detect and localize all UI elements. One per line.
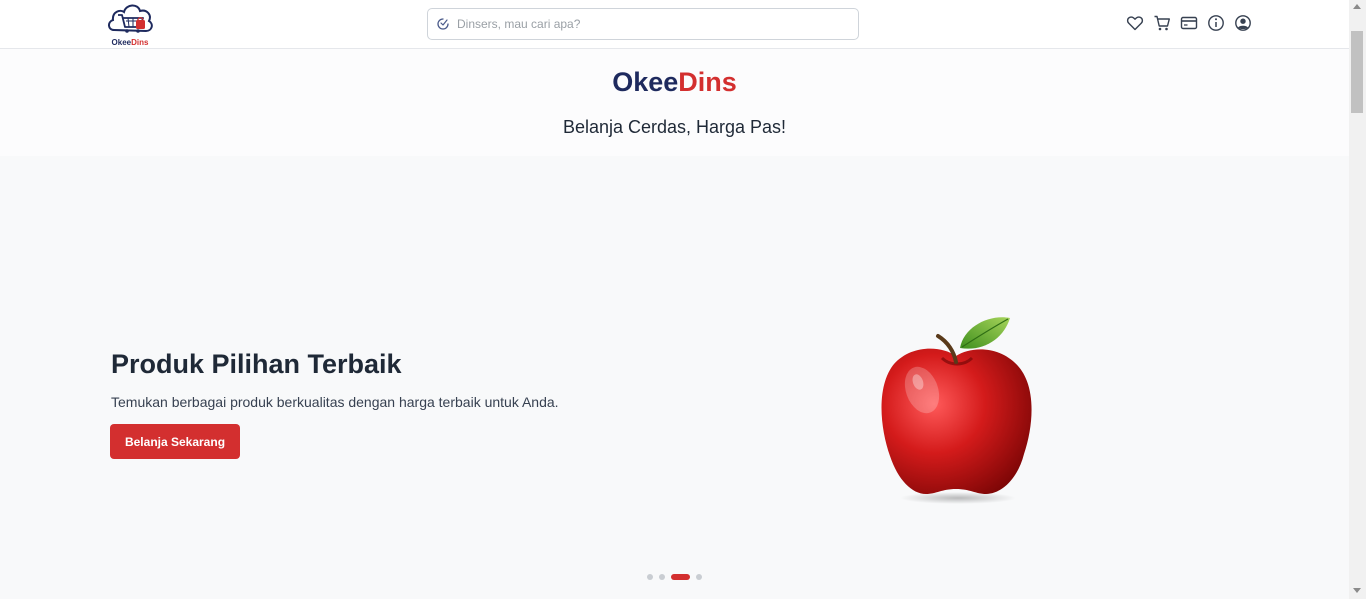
logo-text-dins: Dins [131,38,149,47]
hero-carousel: Produk Pilihan Terbaik Temukan berbagai … [0,156,1349,599]
info-icon[interactable] [1207,14,1225,32]
brand-title: OkeeDins [0,66,1349,98]
cart-icon[interactable] [1153,14,1171,32]
page-scrollbar[interactable] [1349,0,1366,599]
brand-tagline: Belanja Cerdas, Harga Pas! [562,117,787,137]
brand-banner: OkeeDins Belanja Cerdas, Harga Pas! [0,49,1349,156]
hero-title: Produk Pilihan Terbaik [111,349,402,379]
credit-card-icon[interactable] [1180,14,1198,32]
shop-now-button[interactable]: Belanja Sekarang [110,424,240,459]
carousel-dot-1[interactable] [647,574,653,580]
search-box [427,8,859,40]
top-navbar: OkeeDins [0,0,1349,49]
logo-wordmark: OkeeDins [107,38,153,47]
hero-description: Temukan berbagai produk berkualitas deng… [111,394,559,410]
logo-text-okee: Okee [111,38,132,47]
scroll-up-arrow-icon[interactable] [1353,4,1361,9]
carousel-dot-2[interactable] [659,574,665,580]
carousel-dot-4[interactable] [696,574,702,580]
brand-title-dins: Dins [678,67,737,97]
apple-product-image [881,317,1032,504]
scrollbar-thumb[interactable] [1351,31,1363,113]
search-icon [437,18,449,30]
heart-icon[interactable] [1126,14,1144,32]
carousel-dot-3-active[interactable] [671,574,690,580]
carousel-indicators [647,574,707,580]
brand-title-okee: Okee [612,67,679,97]
scroll-down-arrow-icon[interactable] [1353,588,1361,593]
user-account-icon[interactable] [1234,14,1252,32]
search-input[interactable] [457,9,852,39]
